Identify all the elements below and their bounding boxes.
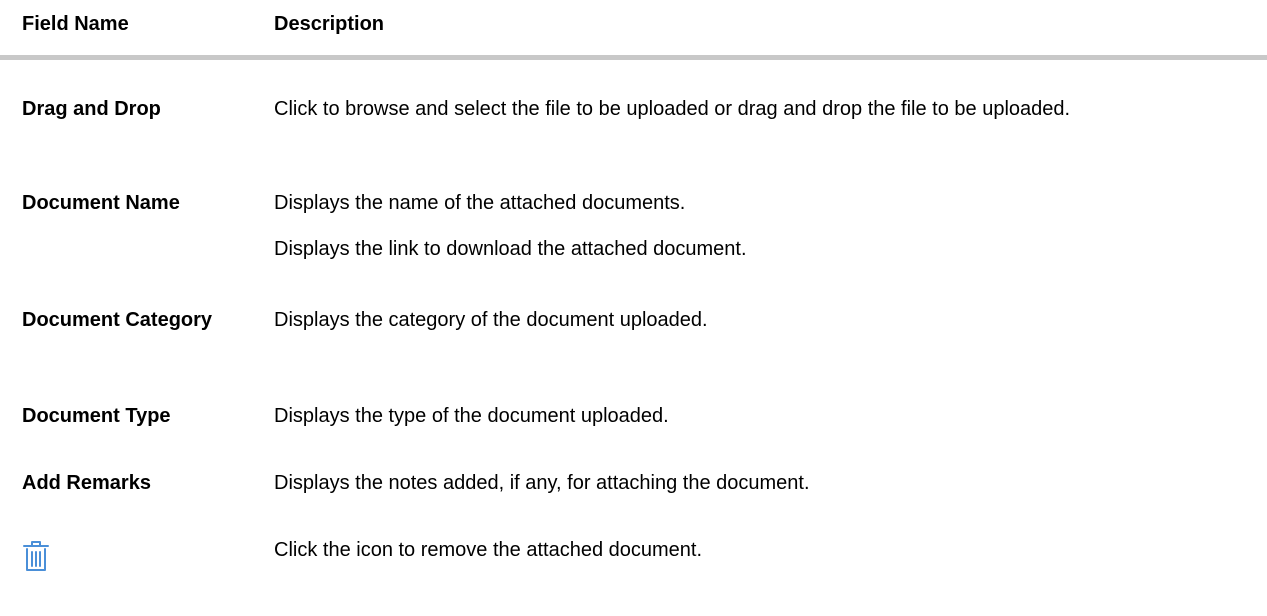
field-label: Drag and Drop <box>22 98 161 120</box>
description-text: Click the icon to remove the attached do… <box>274 539 703 561</box>
field-label: Document Name <box>22 192 180 214</box>
field-description: Displays the category of the document up… <box>274 306 1247 334</box>
trash-icon <box>22 540 50 572</box>
description-text: Displays the name of the attached docume… <box>274 192 686 214</box>
field-description: Displays the notes added, if any, for at… <box>274 469 1247 497</box>
description-text: Click to browse and select the file to b… <box>274 98 1071 120</box>
field-description: Click the icon to remove the attached do… <box>274 536 1247 564</box>
field-label: Document Type <box>22 405 171 427</box>
field-name-header: Field Name <box>22 13 129 35</box>
field-description: Displays the type of the document upload… <box>274 402 1247 430</box>
field-description: Displays the name of the attached docume… <box>274 189 1247 263</box>
description-text: Displays the category of the document up… <box>274 309 708 331</box>
field-label: Add Remarks <box>22 472 151 494</box>
description-text: Displays the notes added, if any, for at… <box>274 472 810 494</box>
table-header: Field Name Description <box>0 0 1267 60</box>
field-description: Click to browse and select the file to b… <box>274 95 1247 123</box>
field-label: Document Category <box>22 309 213 331</box>
description-text: Displays the type of the document upload… <box>274 405 669 427</box>
description-text: Displays the link to download the attach… <box>274 238 747 260</box>
description-header: Description <box>274 13 385 35</box>
